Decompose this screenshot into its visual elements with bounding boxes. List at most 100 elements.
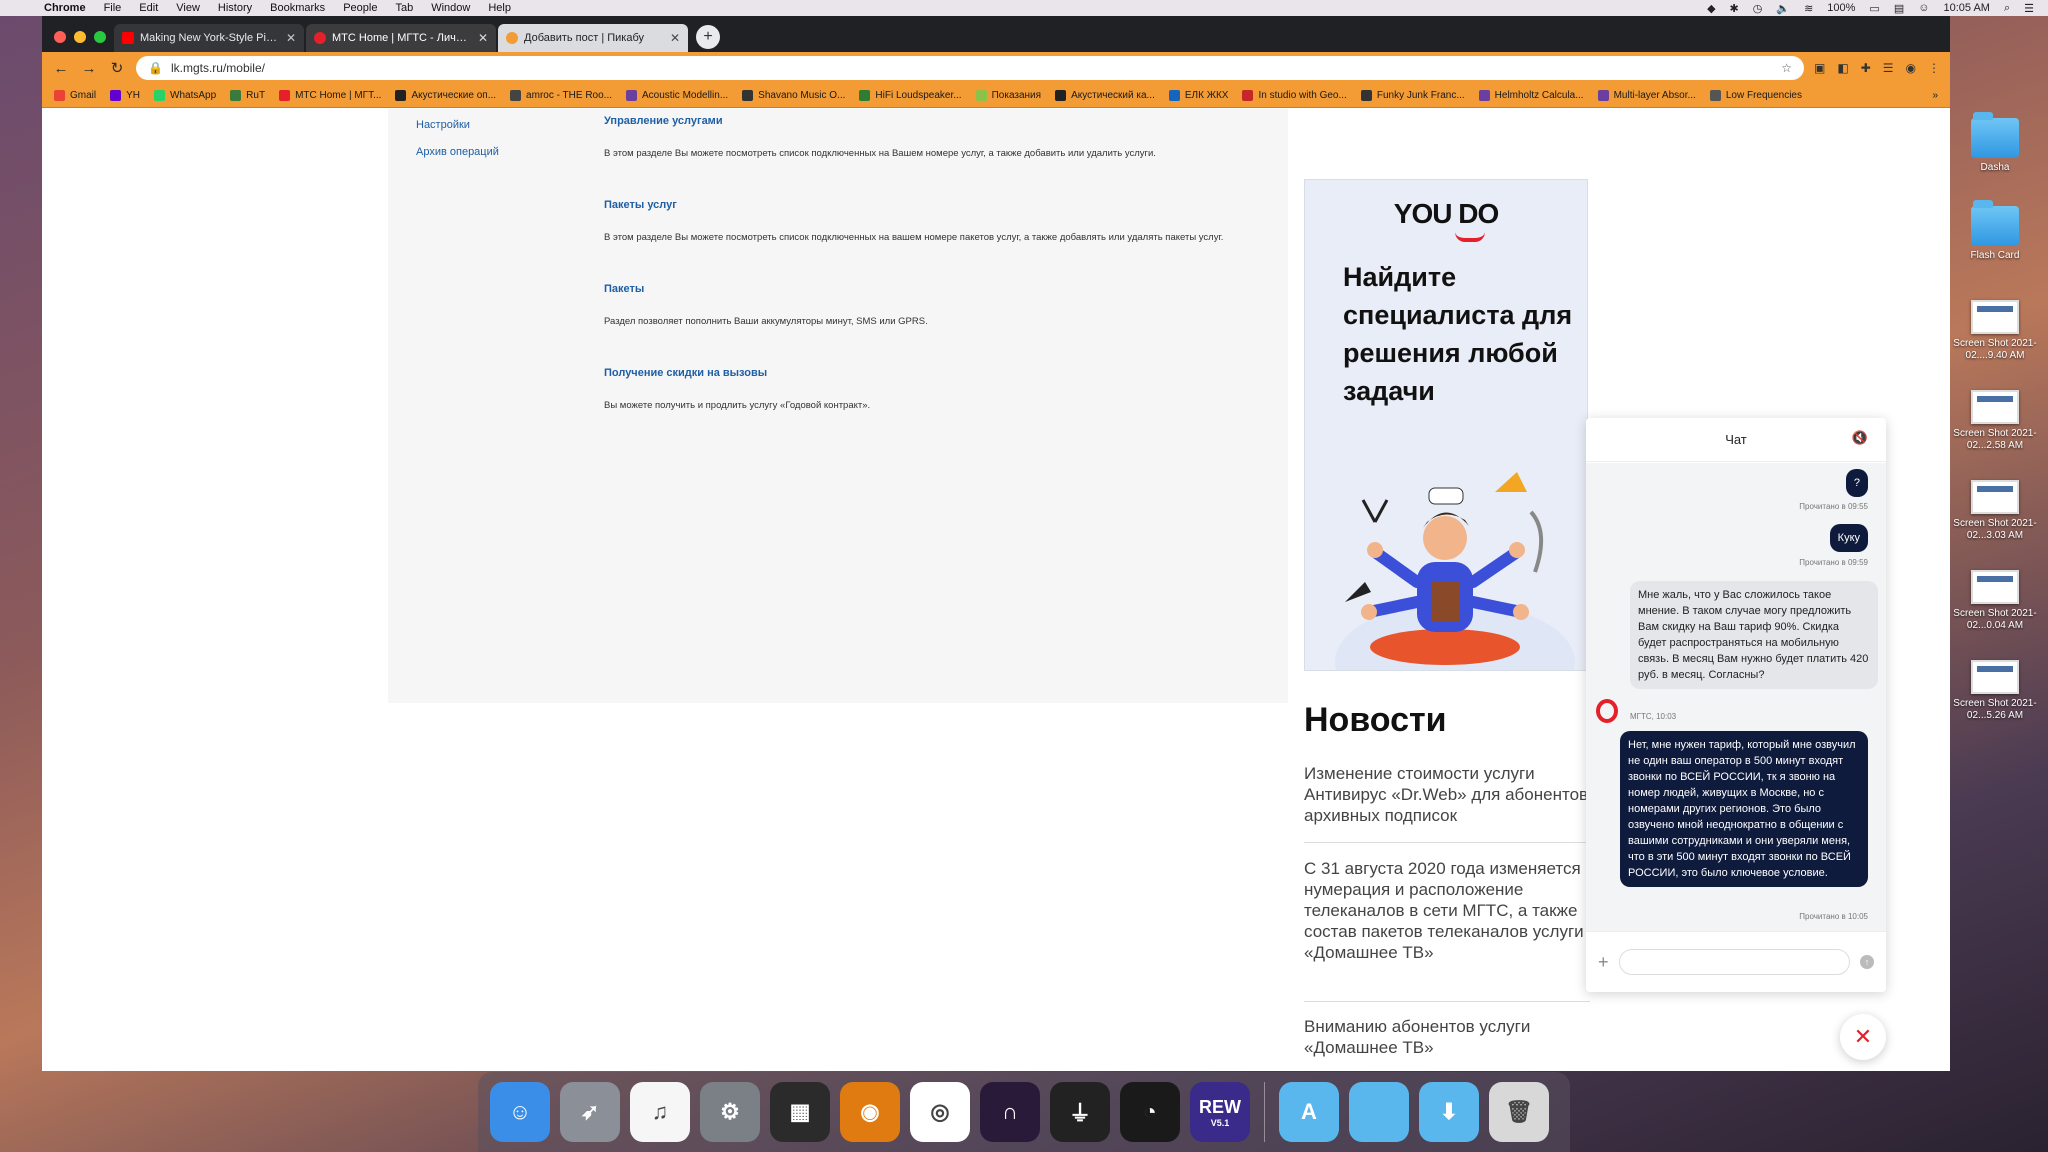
send-icon[interactable]: ↑ <box>1860 955 1874 969</box>
minimize-window-button[interactable] <box>74 31 86 43</box>
zoom-window-button[interactable] <box>94 31 106 43</box>
clock[interactable]: 10:05 AM <box>1943 2 1989 14</box>
menu-people[interactable]: People <box>343 2 377 14</box>
youdo-ad-banner[interactable]: YOU DO Найдите специалиста для решения л… <box>1304 179 1588 671</box>
menu-file[interactable]: File <box>104 2 122 14</box>
news-item[interactable]: Вниманию абонентов услуги «Домашнее ТВ» <box>1304 1016 1590 1058</box>
chrome-icon[interactable]: ◎ <box>910 1082 970 1142</box>
profile-avatar[interactable]: ◉ <box>1906 61 1916 75</box>
forward-icon[interactable]: → <box>80 60 98 77</box>
bookmark-item[interactable]: Shavano Music O... <box>742 90 845 101</box>
bookmark-star-icon[interactable]: ☆ <box>1781 61 1792 75</box>
chat-message-input[interactable] <box>1618 949 1850 975</box>
dropbox-icon[interactable]: ◆ <box>1707 2 1715 15</box>
time-machine-icon[interactable]: ◷ <box>1753 2 1763 15</box>
back-icon[interactable]: ← <box>52 60 70 77</box>
tab-pizza[interactable]: Making New York-Style Pizza a ✕ <box>114 24 304 52</box>
new-tab-button[interactable]: + <box>696 25 720 49</box>
menu-help[interactable]: Help <box>488 2 511 14</box>
close-chat-button[interactable]: ✕ <box>1840 1014 1886 1060</box>
service-title-bundles[interactable]: Пакеты <box>604 283 644 295</box>
spotlight-icon[interactable]: ⌕ <box>2004 2 2010 15</box>
chrome-menu-icon[interactable]: ⋮ <box>1928 61 1940 75</box>
menu-view[interactable]: View <box>176 2 200 14</box>
service-title-management[interactable]: Управление услугами <box>604 115 723 127</box>
extension-icon[interactable]: ◧ <box>1837 61 1848 75</box>
bookmark-item[interactable]: Multi-layer Absor... <box>1597 90 1696 101</box>
trash-icon[interactable]: 🗑 <box>1489 1082 1549 1142</box>
finder-icon[interactable]: ☺ <box>490 1082 550 1142</box>
input-source-icon[interactable]: ▤ <box>1894 2 1904 15</box>
desktop-screenshot-file[interactable]: Screen Shot 2021-02...5.26 AM <box>1950 660 2040 722</box>
desktop-folder[interactable]: Flash Card <box>1950 200 2040 262</box>
bookmark-item[interactable]: Funky Junk Franc... <box>1360 90 1465 101</box>
bookmarks-overflow-icon[interactable]: » <box>1932 90 1938 101</box>
speaker-app-icon[interactable]: ◉ <box>840 1082 900 1142</box>
close-tab-icon[interactable]: ✕ <box>670 31 680 45</box>
address-bar[interactable]: 🔒 lk.mgts.ru/mobile/ ☆ <box>136 56 1804 80</box>
uad-meter-icon[interactable]: ◔ <box>1120 1082 1180 1142</box>
bookmark-item[interactable]: ЕЛК ЖКХ <box>1168 90 1228 101</box>
user-icon[interactable]: ☺ <box>1918 2 1929 14</box>
sidebar-item-archive[interactable]: Архив операций <box>416 146 499 158</box>
bookmark-item[interactable]: Helmholtz Calcula... <box>1478 90 1584 101</box>
reload-icon[interactable]: ↻ <box>108 59 126 77</box>
bookmark-item[interactable]: YH <box>110 90 140 101</box>
attach-icon[interactable]: + <box>1598 952 1609 973</box>
bookmark-item[interactable]: Gmail <box>54 90 96 101</box>
downloads-folder-icon[interactable]: ⬇ <box>1419 1082 1479 1142</box>
chat-messages[interactable]: ? Прочитано в 09:55 Куку Прочитано в 09:… <box>1586 463 1886 931</box>
sidebar-item-settings[interactable]: Настройки <box>416 119 470 131</box>
desktop-screenshot-file[interactable]: Screen Shot 2021-02...3.03 AM <box>1950 480 2040 542</box>
extension-icon[interactable]: ▣ <box>1814 61 1825 75</box>
bookmark-item[interactable]: HiFi Loudspeaker... <box>859 90 962 101</box>
mute-sound-icon[interactable]: 🔇 <box>1852 430 1868 446</box>
desktop-screenshot-file[interactable]: Screen Shot 2021-02...2.58 AM <box>1950 390 2040 452</box>
bookmark-item[interactable]: МТС Home | МГТ... <box>279 90 381 101</box>
bookmark-item[interactable]: WhatsApp <box>154 90 216 101</box>
uad-console-icon[interactable]: ⏚ <box>1050 1082 1110 1142</box>
reading-list-icon[interactable]: ☰ <box>1883 61 1894 75</box>
menu-window[interactable]: Window <box>431 2 470 14</box>
battery-label[interactable]: 100% <box>1827 2 1855 14</box>
volume-icon[interactable]: 🔈 <box>1776 2 1790 15</box>
bookmark-item[interactable]: Показания <box>975 90 1041 101</box>
wifi-icon[interactable]: ≋ <box>1804 2 1813 15</box>
bookmark-item[interactable]: Acoustic Modellin... <box>626 90 728 101</box>
bookmark-item[interactable]: RuT <box>230 90 265 101</box>
music-icon[interactable]: ♫ <box>630 1082 690 1142</box>
service-title-packages[interactable]: Пакеты услуг <box>604 199 677 211</box>
desktop-folder[interactable]: Dasha <box>1950 112 2040 174</box>
launchpad-icon[interactable]: ➶ <box>560 1082 620 1142</box>
service-title-discount[interactable]: Получение скидки на вызовы <box>604 367 767 379</box>
menu-tab[interactable]: Tab <box>395 2 413 14</box>
rew-icon[interactable]: REW V5.1 <box>1190 1082 1250 1142</box>
close-tab-icon[interactable]: ✕ <box>478 31 488 45</box>
bookmark-item[interactable]: Low Frequencies <box>1709 90 1802 101</box>
menu-edit[interactable]: Edit <box>139 2 158 14</box>
extensions-puzzle-icon[interactable]: ✚ <box>1861 61 1871 75</box>
close-window-button[interactable] <box>54 31 66 43</box>
menu-chrome[interactable]: Chrome <box>44 2 86 14</box>
bookmark-item[interactable]: In studio with Geo... <box>1242 90 1347 101</box>
desktop-screenshot-file[interactable]: Screen Shot 2021-02....9.40 AM <box>1950 300 2040 362</box>
bookmark-item[interactable]: Акустические оп... <box>395 90 496 101</box>
documents-folder-icon[interactable] <box>1349 1082 1409 1142</box>
menu-history[interactable]: History <box>218 2 252 14</box>
screenshot-app-icon[interactable]: ▦ <box>770 1082 830 1142</box>
menu-bookmarks[interactable]: Bookmarks <box>270 2 325 14</box>
applications-folder-icon[interactable]: A <box>1279 1082 1339 1142</box>
tab-mgts[interactable]: МТС Home | МГТС - Личный ка ✕ <box>306 24 496 52</box>
bookmark-item[interactable]: amroc - THE Roo... <box>510 90 612 101</box>
system-preferences-icon[interactable]: ⚙ <box>700 1082 760 1142</box>
news-item[interactable]: Изменение стоимости услуги Антивирус «Dr… <box>1304 763 1590 826</box>
close-tab-icon[interactable]: ✕ <box>286 31 296 45</box>
bookmark-item[interactable]: Акустический ка... <box>1055 90 1155 101</box>
bluetooth-icon[interactable]: ✱ <box>1730 2 1739 15</box>
news-item[interactable]: С 31 августа 2020 года изменяется нумера… <box>1304 858 1590 963</box>
pro-tools-icon[interactable]: ∩ <box>980 1082 1040 1142</box>
tab-pikabu[interactable]: Добавить пост | Пикабу ✕ <box>498 24 688 52</box>
desktop-screenshot-file[interactable]: Screen Shot 2021-02...0.04 AM <box>1950 570 2040 632</box>
battery-icon[interactable]: ▭ <box>1869 2 1879 15</box>
notification-center-icon[interactable]: ☰ <box>2024 2 2034 15</box>
